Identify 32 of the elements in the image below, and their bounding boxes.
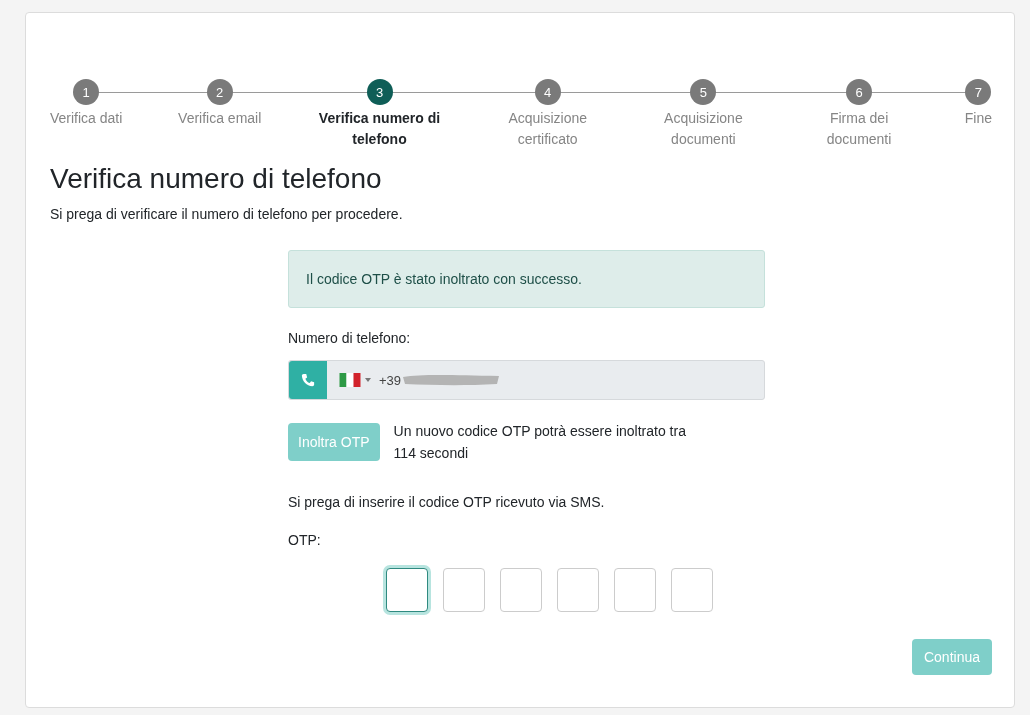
caret-icon	[365, 378, 371, 382]
step-number: 3	[366, 79, 393, 105]
phone-icon	[301, 373, 315, 387]
otp-digit-field[interactable]	[671, 568, 713, 612]
phone-value: +39	[379, 372, 402, 388]
page-heading: Verifica numero di telefono	[50, 162, 383, 196]
step-number: 6	[846, 79, 873, 105]
step-label: Acquisizione certificato	[507, 109, 588, 149]
step-label: Verifica dati	[50, 109, 123, 128]
step-number: 2	[206, 79, 233, 105]
success-alert: Il codice OTP è stato inoltrato con successo.	[288, 250, 765, 308]
step-number: 1	[73, 79, 100, 105]
otp-digit-field[interactable]	[386, 568, 428, 612]
otp-digit-field[interactable]	[614, 568, 656, 612]
phone-label: Numero di telefono:	[288, 330, 412, 346]
step-number: 7	[965, 79, 992, 105]
step-number: 5	[690, 79, 717, 105]
step-label: Verifica email	[178, 109, 262, 128]
flag-icon	[339, 373, 361, 387]
step-label: Firma dei documenti	[825, 109, 893, 149]
otp-digit-field[interactable]	[557, 568, 599, 612]
step-label: Verifica numero di telefono	[317, 109, 442, 149]
resend-countdown-text: Un nuovo codice OTP potrà essere inoltrato tra 114 secondi	[393, 422, 687, 463]
instruction-text: Si prega di inserire il codice OTP ricevuto via SMS.	[288, 494, 606, 510]
otp-digit-field[interactable]	[500, 568, 542, 612]
step-label: Acquisizione documenti	[663, 109, 744, 149]
step-label: Fine	[964, 109, 992, 128]
step-number: 4	[534, 79, 561, 105]
phone-field[interactable]: +39	[288, 360, 765, 400]
intro-text: Si prega di verificare il numero di telefono per procedere.	[50, 206, 404, 222]
otp-digit-field[interactable]	[443, 568, 485, 612]
otp-label: OTP:	[288, 532, 322, 548]
